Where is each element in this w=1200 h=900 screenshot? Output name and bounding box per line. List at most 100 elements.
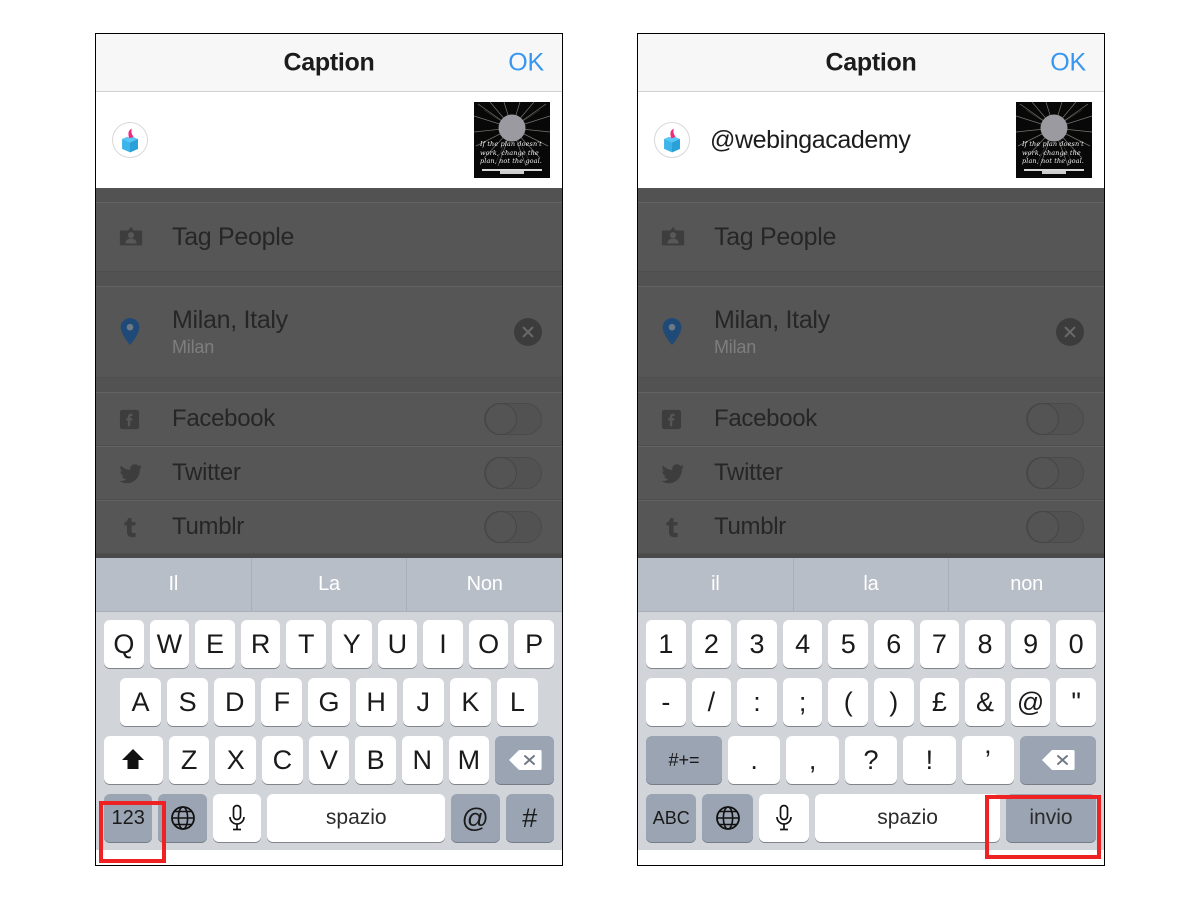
suggestion-2[interactable]: non: [948, 558, 1104, 611]
key-9[interactable]: 9: [1010, 620, 1051, 668]
key-u[interactable]: U: [377, 620, 418, 668]
key-l[interactable]: L: [496, 678, 538, 726]
key-w[interactable]: W: [149, 620, 190, 668]
tumblr-toggle[interactable]: [484, 511, 542, 543]
caption-input-row-right[interactable]: @webingacademy If the plan doesn't work,…: [638, 92, 1104, 188]
key-7[interactable]: 7: [919, 620, 960, 668]
key-3[interactable]: 3: [737, 620, 777, 668]
key-s[interactable]: S: [167, 678, 209, 726]
key-paren-open[interactable]: (: [828, 678, 868, 726]
key-ampersand[interactable]: &: [965, 678, 1005, 726]
key-at[interactable]: @: [1010, 678, 1051, 726]
key-d[interactable]: D: [214, 678, 256, 726]
caption-input-row-left[interactable]: If the plan doesn't work, change the pla…: [96, 92, 562, 188]
key-q[interactable]: Q: [104, 620, 144, 668]
key-8[interactable]: 8: [965, 620, 1005, 668]
key-paren-close[interactable]: ): [874, 678, 914, 726]
option-row-facebook[interactable]: Facebook: [638, 392, 1104, 446]
suggestion-bar-right: il la non: [638, 558, 1104, 612]
option-row-tumblr[interactable]: Tumblr: [638, 500, 1104, 554]
key-quote[interactable]: ": [1056, 678, 1096, 726]
option-row-twitter[interactable]: Twitter: [96, 446, 562, 500]
option-row-tag-people[interactable]: Tag People: [96, 202, 562, 272]
key-f[interactable]: F: [261, 678, 303, 726]
key-h[interactable]: H: [355, 678, 397, 726]
key-y[interactable]: Y: [332, 620, 372, 668]
thumbnail-quote-right: If the plan doesn't work, change the pla…: [1022, 140, 1086, 166]
suggestion-1[interactable]: la: [792, 558, 949, 611]
twitter-toggle[interactable]: [484, 457, 542, 489]
key-semicolon[interactable]: ;: [782, 678, 823, 726]
key-z[interactable]: Z: [168, 736, 210, 784]
tumblr-toggle[interactable]: [1026, 511, 1084, 543]
option-row-twitter[interactable]: Twitter: [638, 446, 1104, 500]
delete-key[interactable]: [1020, 736, 1096, 784]
suggestion-1[interactable]: La: [250, 558, 407, 611]
option-row-location[interactable]: Milan, Italy Milan: [96, 286, 562, 378]
key-slash[interactable]: /: [691, 678, 732, 726]
avatar: [112, 122, 148, 158]
key-r[interactable]: R: [240, 620, 281, 668]
dictation-key[interactable]: [212, 794, 262, 842]
space-key[interactable]: spazio: [267, 794, 446, 842]
hash-key[interactable]: #: [505, 794, 555, 842]
key-e[interactable]: E: [195, 620, 235, 668]
globe-key[interactable]: [702, 794, 753, 842]
at-key[interactable]: @: [451, 794, 500, 842]
key-p[interactable]: P: [514, 620, 554, 668]
numeric-mode-key[interactable]: 123: [103, 794, 153, 842]
ok-button[interactable]: OK: [508, 48, 544, 77]
key-1[interactable]: 1: [646, 620, 686, 668]
option-row-tag-people[interactable]: Tag People: [638, 202, 1104, 272]
key-i[interactable]: I: [423, 620, 463, 668]
clear-circle-icon[interactable]: [1056, 318, 1084, 346]
key-a[interactable]: A: [120, 678, 162, 726]
return-key[interactable]: invio: [1005, 794, 1096, 842]
option-row-location[interactable]: Milan, Italy Milan: [638, 286, 1104, 378]
key-x[interactable]: X: [215, 736, 257, 784]
symbols-mode-key[interactable]: #+=: [646, 736, 722, 784]
key-k[interactable]: K: [449, 678, 491, 726]
caption-text-left[interactable]: [168, 127, 474, 153]
space-key[interactable]: spazio: [815, 794, 1000, 842]
key-comma[interactable]: ,: [786, 736, 839, 784]
key-question[interactable]: ?: [844, 736, 898, 784]
key-period[interactable]: .: [727, 736, 781, 784]
key-o[interactable]: O: [468, 620, 509, 668]
key-5[interactable]: 5: [828, 620, 868, 668]
key-colon[interactable]: :: [737, 678, 777, 726]
key-m[interactable]: M: [448, 736, 490, 784]
twitter-toggle[interactable]: [1026, 457, 1084, 489]
key-v[interactable]: V: [308, 736, 350, 784]
key-4[interactable]: 4: [782, 620, 823, 668]
alpha-mode-key[interactable]: ABC: [646, 794, 697, 842]
key-hyphen[interactable]: -: [646, 678, 686, 726]
key-2[interactable]: 2: [691, 620, 732, 668]
suggestion-2[interactable]: Non: [406, 558, 562, 611]
key-t[interactable]: T: [286, 620, 326, 668]
key-j[interactable]: J: [402, 678, 444, 726]
option-row-facebook[interactable]: Facebook: [96, 392, 562, 446]
clear-circle-icon[interactable]: [514, 318, 542, 346]
key-6[interactable]: 6: [874, 620, 914, 668]
delete-key[interactable]: [495, 736, 555, 784]
key-pound[interactable]: £: [919, 678, 960, 726]
caption-text-right[interactable]: @webingacademy: [710, 126, 1016, 155]
globe-key[interactable]: [158, 794, 207, 842]
facebook-toggle[interactable]: [1026, 403, 1084, 435]
suggestion-bar-left: Il La Non: [96, 558, 562, 612]
key-exclamation[interactable]: !: [903, 736, 956, 784]
facebook-toggle[interactable]: [484, 403, 542, 435]
key-g[interactable]: G: [308, 678, 350, 726]
suggestion-0[interactable]: il: [638, 558, 793, 611]
shift-key[interactable]: [104, 736, 163, 784]
key-apostrophe[interactable]: ’: [961, 736, 1015, 784]
key-0[interactable]: 0: [1056, 620, 1096, 668]
ok-button[interactable]: OK: [1050, 48, 1086, 77]
key-c[interactable]: C: [262, 736, 303, 784]
option-row-tumblr[interactable]: Tumblr: [96, 500, 562, 554]
dictation-key[interactable]: [758, 794, 810, 842]
key-n[interactable]: N: [401, 736, 443, 784]
suggestion-0[interactable]: Il: [96, 558, 251, 611]
key-b[interactable]: B: [355, 736, 396, 784]
